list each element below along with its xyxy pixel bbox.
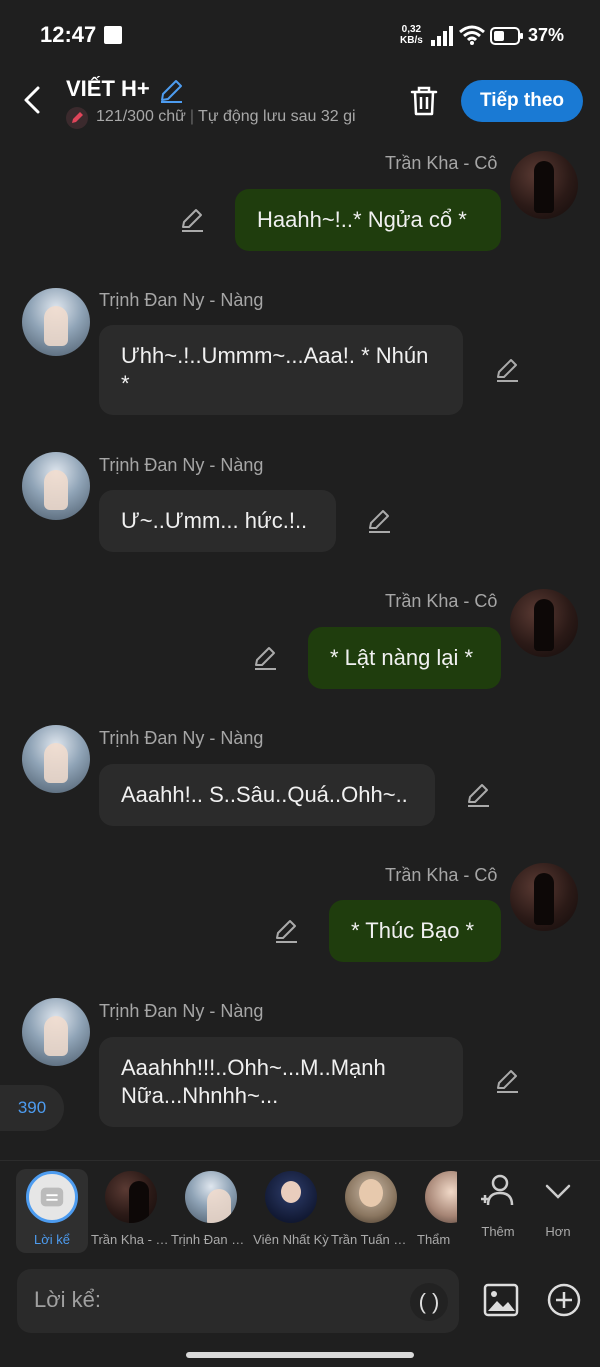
avatar xyxy=(345,1171,397,1223)
network-speed-unit: KB/s xyxy=(400,35,423,46)
add-character-button[interactable]: Thêm xyxy=(468,1171,528,1239)
draft-status: 121/300 chữ | Tự động lưu sau 32 gi xyxy=(96,108,384,126)
message-input[interactable] xyxy=(34,1287,394,1313)
avatar[interactable] xyxy=(510,863,578,931)
sender-name: Trần Kha - Cô xyxy=(385,153,498,173)
avatar xyxy=(105,1171,157,1223)
add-person-icon xyxy=(481,1174,514,1206)
top-bar: VIẾT H+ 121/300 chữ | Tự động lưu sau 32 g… xyxy=(0,70,600,136)
avatar[interactable] xyxy=(22,725,90,793)
wifi-icon xyxy=(459,25,485,45)
character-item[interactable]: Trần Tuấn Kiệt xyxy=(331,1169,411,1247)
character-narrator[interactable]: Lời kể xyxy=(16,1169,88,1253)
more-label: Hơn xyxy=(545,1224,571,1239)
sender-name: Trần Kha - Cô xyxy=(385,865,498,885)
sender-name: Trịnh Đan Ny - Nàng xyxy=(99,455,264,475)
pencil-badge-icon xyxy=(66,107,88,129)
edit-message-icon[interactable] xyxy=(465,782,491,808)
character-label: Trịnh Đan Ny - Nàng xyxy=(171,1232,251,1247)
character-label: Trần Tuấn Kiệt xyxy=(331,1232,411,1247)
battery-icon xyxy=(490,27,523,45)
status-bar: 12:47 0,32 KB/s 37% xyxy=(0,0,600,70)
home-indicator[interactable] xyxy=(186,1352,414,1358)
character-label: Trần Kha - Cô xyxy=(91,1232,171,1247)
edit-message-icon[interactable] xyxy=(252,645,278,671)
avatar[interactable] xyxy=(510,589,578,657)
message-bubble[interactable]: Aaahhh!!!..Ohh~...M..Mạnh Nữa...Nhnhh~..… xyxy=(99,1037,463,1127)
message-bubble[interactable]: * Thúc Bạo * xyxy=(329,900,501,962)
message-bubble[interactable]: Ư~..Ưmm... hức.!.. xyxy=(99,490,336,552)
count-badge[interactable]: 390 xyxy=(0,1085,64,1131)
composer: ( ) xyxy=(17,1269,459,1333)
character-item[interactable]: Trịnh Đan Ny - Nàng xyxy=(171,1169,251,1247)
edit-message-icon[interactable] xyxy=(366,508,392,534)
edit-title-icon[interactable] xyxy=(158,78,184,104)
avatar[interactable] xyxy=(22,998,90,1066)
word-count: 121/300 chữ xyxy=(96,108,186,125)
avatar[interactable] xyxy=(510,151,578,219)
plus-circle-icon[interactable] xyxy=(545,1281,583,1319)
character-item[interactable]: Thẩm xyxy=(411,1169,457,1247)
character-label: Viên Nhất Kỳ xyxy=(253,1232,329,1247)
add-label: Thêm xyxy=(481,1224,515,1239)
more-button[interactable]: Hơn xyxy=(528,1171,588,1239)
sender-name: Trịnh Đan Ny - Nàng xyxy=(99,290,264,310)
avatar[interactable] xyxy=(22,288,90,356)
message-bubble[interactable]: Haahh~!..* Ngửa cổ * xyxy=(235,189,501,251)
signal-icon xyxy=(431,26,453,46)
sender-name: Trần Kha - Cô xyxy=(385,591,498,611)
avatar xyxy=(185,1171,237,1223)
network-speed-value: 0,32 xyxy=(401,24,422,35)
sender-name: Trịnh Đan Ny - Nàng xyxy=(99,1001,264,1021)
character-label: Lời kể xyxy=(34,1232,70,1247)
narrator-icon xyxy=(26,1171,78,1223)
character-item[interactable]: Trần Kha - Cô xyxy=(91,1169,171,1247)
autosave-text: Tự động lưu sau 32 gi xyxy=(198,108,356,125)
parenthesis-button[interactable]: ( ) xyxy=(410,1283,448,1321)
edit-message-icon[interactable] xyxy=(179,207,205,233)
edit-message-icon[interactable] xyxy=(494,357,520,383)
character-item[interactable]: Viên Nhất Kỳ xyxy=(251,1169,331,1247)
battery-percent: 37% xyxy=(528,25,565,45)
character-label: Thẩm xyxy=(417,1232,451,1247)
sender-name: Trịnh Đan Ny - Nàng xyxy=(99,728,264,748)
network-speed: 0,32 KB/s xyxy=(400,24,423,46)
message-bubble[interactable]: * Lật nàng lại * xyxy=(308,627,501,689)
back-arrow-icon[interactable] xyxy=(16,82,48,118)
notification-icon xyxy=(104,26,122,44)
trash-icon[interactable] xyxy=(408,84,440,118)
message-bubble[interactable]: Ưhh~.!..Ummm~...Aaa!. * Nhún * xyxy=(99,325,463,415)
chevron-down-icon xyxy=(545,1184,571,1199)
avatar[interactable] xyxy=(22,452,90,520)
character-selector: Lời kể Trần Kha - Cô Trịnh Đan Ny - Nàng… xyxy=(0,1160,600,1255)
edit-message-icon[interactable] xyxy=(273,918,299,944)
next-button[interactable]: Tiếp theo xyxy=(461,80,583,122)
image-icon[interactable] xyxy=(482,1281,520,1319)
avatar xyxy=(425,1171,457,1223)
avatar xyxy=(265,1171,317,1223)
edit-message-icon[interactable] xyxy=(494,1068,520,1094)
message-bubble[interactable]: Aaahh!.. S..Sâu..Quá..Ohh~.. xyxy=(99,764,435,826)
page-title: VIẾT H+ xyxy=(66,76,150,101)
separator: | xyxy=(189,108,195,125)
status-time: 12:47 xyxy=(40,22,97,47)
